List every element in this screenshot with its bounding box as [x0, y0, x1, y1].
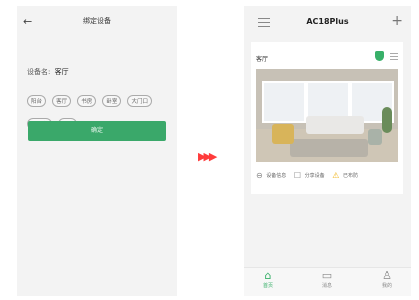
- edit-square-icon: ☐: [293, 171, 302, 180]
- tab-home[interactable]: ⌂ 首页: [248, 269, 288, 290]
- plus-icon[interactable]: +: [391, 13, 403, 29]
- action-label: 已布防: [343, 173, 359, 179]
- tab-label: 首页: [262, 283, 273, 289]
- transition-arrows: ▶▶▶: [198, 150, 217, 163]
- home-header: AC18Plus +: [244, 6, 411, 40]
- device-card-actions: ⊖ 设备信息 ☐ 分享设备 ⚠ 已布防: [256, 171, 398, 180]
- bind-header: ← 绑定设备: [17, 6, 177, 40]
- armed-status-action[interactable]: ⚠ 已布防: [332, 171, 358, 180]
- action-label: 设备信息: [266, 173, 287, 179]
- tab-messages[interactable]: ▭ 消息: [307, 269, 347, 290]
- device-name-row: 设备名: 客厅: [27, 67, 69, 77]
- room-image: [256, 69, 398, 162]
- list-icon[interactable]: [390, 53, 398, 62]
- room-chip[interactable]: 大门口: [127, 95, 152, 107]
- room-chip[interactable]: 卧室: [102, 95, 122, 107]
- device-card-name: 客厅: [256, 56, 269, 63]
- device-name-label: 设备名:: [27, 68, 51, 76]
- message-icon: ▭: [321, 269, 333, 282]
- warning-icon: ⚠: [332, 171, 340, 180]
- user-icon: ♙: [382, 269, 392, 282]
- app-title: AC18Plus: [306, 17, 349, 26]
- tab-label: 消息: [321, 283, 332, 289]
- tab-label: 我的: [381, 283, 392, 289]
- device-name-value[interactable]: 客厅: [55, 68, 69, 76]
- room-chip[interactable]: 客厅: [52, 95, 72, 107]
- device-card[interactable]: 客厅 ⊖ 设备信息 ☐ 分享设备 ⚠ 已布防: [251, 42, 403, 194]
- device-info-action[interactable]: ⊖ 设备信息: [256, 171, 286, 180]
- shield-icon: [375, 51, 384, 61]
- page-title: 绑定设备: [83, 17, 111, 25]
- home-icon: ⌂: [264, 269, 272, 282]
- bottom-tab-bar: ⌂ 首页 ▭ 消息 ♙ 我的: [244, 267, 411, 296]
- tab-profile[interactable]: ♙ 我的: [367, 269, 407, 290]
- action-label: 分享设备: [304, 173, 325, 179]
- room-chip[interactable]: 书房: [77, 95, 97, 107]
- room-chip[interactable]: 阳台: [27, 95, 47, 107]
- share-device-action[interactable]: ☐ 分享设备: [294, 171, 325, 180]
- confirm-button[interactable]: 确定: [28, 121, 166, 141]
- bind-device-screen: ← 绑定设备 设备名: 客厅 阳台 客厅 书房 卧室 大门口 储藏室 走廊 确定: [17, 6, 177, 296]
- info-circle-icon: ⊖: [256, 171, 263, 180]
- home-screen: AC18Plus + 客厅 ⊖ 设备信息 ☐ 分享设备 ⚠ 已布防 ⌂ 首页 ▭…: [244, 6, 411, 296]
